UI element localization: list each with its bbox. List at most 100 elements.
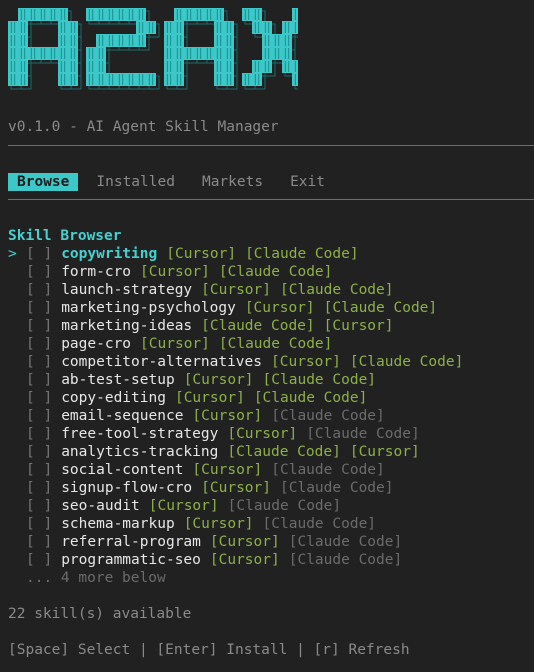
- skill-row[interactable]: > [ ] copywriting [Cursor] [Claude Code]: [8, 245, 472, 263]
- skill-checkbox[interactable]: [ ]: [26, 335, 52, 353]
- row-cursor: [8, 263, 26, 281]
- skill-checkbox[interactable]: [ ]: [26, 425, 52, 443]
- skill-row[interactable]: [ ] copy-editing [Cursor] [Claude Code]: [8, 389, 472, 407]
- skill-checkbox[interactable]: [ ]: [26, 407, 52, 425]
- row-cursor: [8, 389, 26, 407]
- skill-name: analytics-tracking: [61, 444, 219, 460]
- row-cursor: [8, 497, 26, 515]
- skill-name: referral-program: [61, 534, 201, 550]
- skill-name: marketing-psychology: [61, 300, 236, 316]
- skill-checkbox[interactable]: [ ]: [26, 299, 52, 317]
- skill-row[interactable]: [ ] marketing-psychology [Cursor] [Claude C…: [8, 299, 472, 317]
- skill-row[interactable]: [ ] social-content [Cursor] [Claude Code]: [8, 461, 472, 479]
- skill-row[interactable]: [ ] launch-strategy [Cursor] [Claude Code]: [8, 281, 472, 299]
- skill-target-tag: [Cursor]: [323, 318, 394, 334]
- skill-name: signup-flow-cro: [61, 480, 193, 496]
- skill-target-tag: [Cursor]: [271, 354, 341, 370]
- skill-target-tag: [Cursor]: [227, 426, 298, 442]
- tab-divider: [8, 199, 534, 200]
- skill-name: seo-audit: [61, 498, 140, 514]
- header-divider: [8, 145, 534, 146]
- skill-name: social-content: [61, 462, 184, 478]
- skill-checkbox[interactable]: [ ]: [26, 479, 52, 497]
- tab-exit[interactable]: Exit: [281, 173, 334, 191]
- skill-row[interactable]: [ ] seo-audit [Cursor] [Claude Code]: [8, 497, 472, 515]
- skill-row[interactable]: [ ] form-cro [Cursor] [Claude Code]: [8, 263, 472, 281]
- tab-markets[interactable]: Markets: [193, 173, 272, 191]
- row-cursor: [8, 443, 26, 461]
- skill-checkbox[interactable]: [ ]: [26, 551, 52, 569]
- skill-name: form-cro: [61, 264, 132, 280]
- skill-target-tag: [Cursor]: [201, 282, 271, 298]
- skill-target-tag: [Claude Code]: [271, 462, 385, 478]
- tab-browse[interactable]: Browse: [8, 173, 79, 191]
- version-line: v0.1.0 - AI Agent Skill Manager: [8, 119, 279, 135]
- skill-target-tag: [Cursor]: [209, 534, 280, 550]
- skill-row[interactable]: [ ] marketing-ideas [Claude Code] [Cursor]: [8, 317, 472, 335]
- skill-target-tag: [Cursor]: [201, 480, 271, 496]
- tab-bar: Browse Installed Markets Exit: [8, 173, 334, 191]
- skill-name: email-sequence: [61, 408, 184, 424]
- skill-checkbox[interactable]: [ ]: [26, 353, 52, 371]
- skill-name: copywriting: [61, 246, 158, 262]
- skill-name: ab-test-setup: [61, 372, 175, 388]
- skill-row[interactable]: [ ] email-sequence [Cursor] [Claude Code]: [8, 407, 472, 425]
- row-cursor: >: [8, 246, 17, 262]
- row-cursor: [8, 425, 26, 443]
- skill-target-tag: [Claude Code]: [201, 318, 315, 334]
- skill-name: marketing-ideas: [61, 318, 193, 334]
- row-cursor: [8, 515, 26, 533]
- skill-name: competitor-alternatives: [61, 354, 262, 370]
- skill-checkbox[interactable]: [ ]: [26, 389, 52, 407]
- skill-target-tag: [Claude Code]: [245, 246, 359, 262]
- skill-checkbox[interactable]: [ ]: [26, 533, 52, 551]
- skill-target-tag: [Claude Code]: [323, 300, 438, 316]
- skill-target-tag: [Cursor]: [192, 408, 263, 424]
- row-cursor: [8, 533, 26, 551]
- skill-list: >[ ] copywriting [Cursor] [Claude Code][ ] f…: [8, 245, 472, 587]
- more-indicator: ... 4 more below: [8, 569, 472, 587]
- skill-checkbox[interactable]: [ ]: [26, 515, 52, 533]
- skill-target-tag: [Claude Code]: [227, 444, 341, 460]
- skill-checkbox[interactable]: [ ]: [26, 461, 52, 479]
- row-cursor: [8, 353, 26, 371]
- row-cursor: [8, 281, 26, 299]
- row-cursor: [8, 407, 26, 425]
- row-cursor: [8, 335, 26, 353]
- skill-row[interactable]: [ ] signup-flow-cro [Cursor] [Claude Code]: [8, 479, 472, 497]
- skill-target-tag: [Claude Code]: [262, 516, 377, 532]
- skill-checkbox[interactable]: [ ]: [26, 497, 52, 515]
- skill-row[interactable]: [ ] referral-program [Cursor] [Claude Code]: [8, 533, 472, 551]
- skill-row[interactable]: [ ] ab-test-setup [Cursor] [Claude Code]: [8, 371, 472, 389]
- skill-name: launch-strategy: [61, 282, 193, 298]
- skill-row[interactable]: [ ] competitor-alternatives [Cursor] [Claud…: [8, 353, 472, 371]
- skill-target-tag: [Claude Code]: [288, 534, 403, 550]
- skill-target-tag: [Claude Code]: [253, 390, 368, 406]
- skill-row[interactable]: [ ] programmatic-seo [Cursor] [Claude Code]: [8, 551, 472, 569]
- skill-target-tag: [Claude Code]: [306, 426, 420, 442]
- skill-target-tag: [Cursor]: [192, 462, 263, 478]
- skill-target-tag: [Cursor]: [183, 516, 254, 532]
- skill-checkbox[interactable]: [ ]: [26, 245, 52, 263]
- skill-checkbox[interactable]: [ ]: [26, 371, 52, 389]
- skill-row[interactable]: [ ] analytics-tracking [Claude Code] [Curso…: [8, 443, 472, 461]
- skill-checkbox[interactable]: [ ]: [26, 281, 52, 299]
- skill-target-tag: [Claude Code]: [227, 498, 342, 514]
- skill-row[interactable]: [ ] schema-markup [Cursor] [Claude Code]: [8, 515, 472, 533]
- tab-installed[interactable]: Installed: [87, 173, 184, 191]
- skill-target-tag: [Claude Code]: [218, 336, 333, 352]
- skill-checkbox[interactable]: [ ]: [26, 317, 52, 335]
- row-cursor: [8, 317, 26, 335]
- a2ax-logo: [8, 8, 298, 108]
- skill-row[interactable]: [ ] page-cro [Cursor] [Claude Code]: [8, 335, 472, 353]
- skill-checkbox[interactable]: [ ]: [26, 263, 52, 281]
- skill-target-tag: [Cursor]: [183, 372, 254, 388]
- skill-name: programmatic-seo: [61, 552, 201, 568]
- skill-row[interactable]: [ ] free-tool-strategy [Cursor] [Claude Cod…: [8, 425, 472, 443]
- row-cursor: [8, 479, 26, 497]
- row-cursor: [8, 299, 26, 317]
- skill-name: free-tool-strategy: [61, 426, 219, 442]
- skill-checkbox[interactable]: [ ]: [26, 443, 52, 461]
- skill-count: 22 skill(s) available: [8, 606, 192, 622]
- skill-target-tag: [Cursor]: [140, 264, 210, 280]
